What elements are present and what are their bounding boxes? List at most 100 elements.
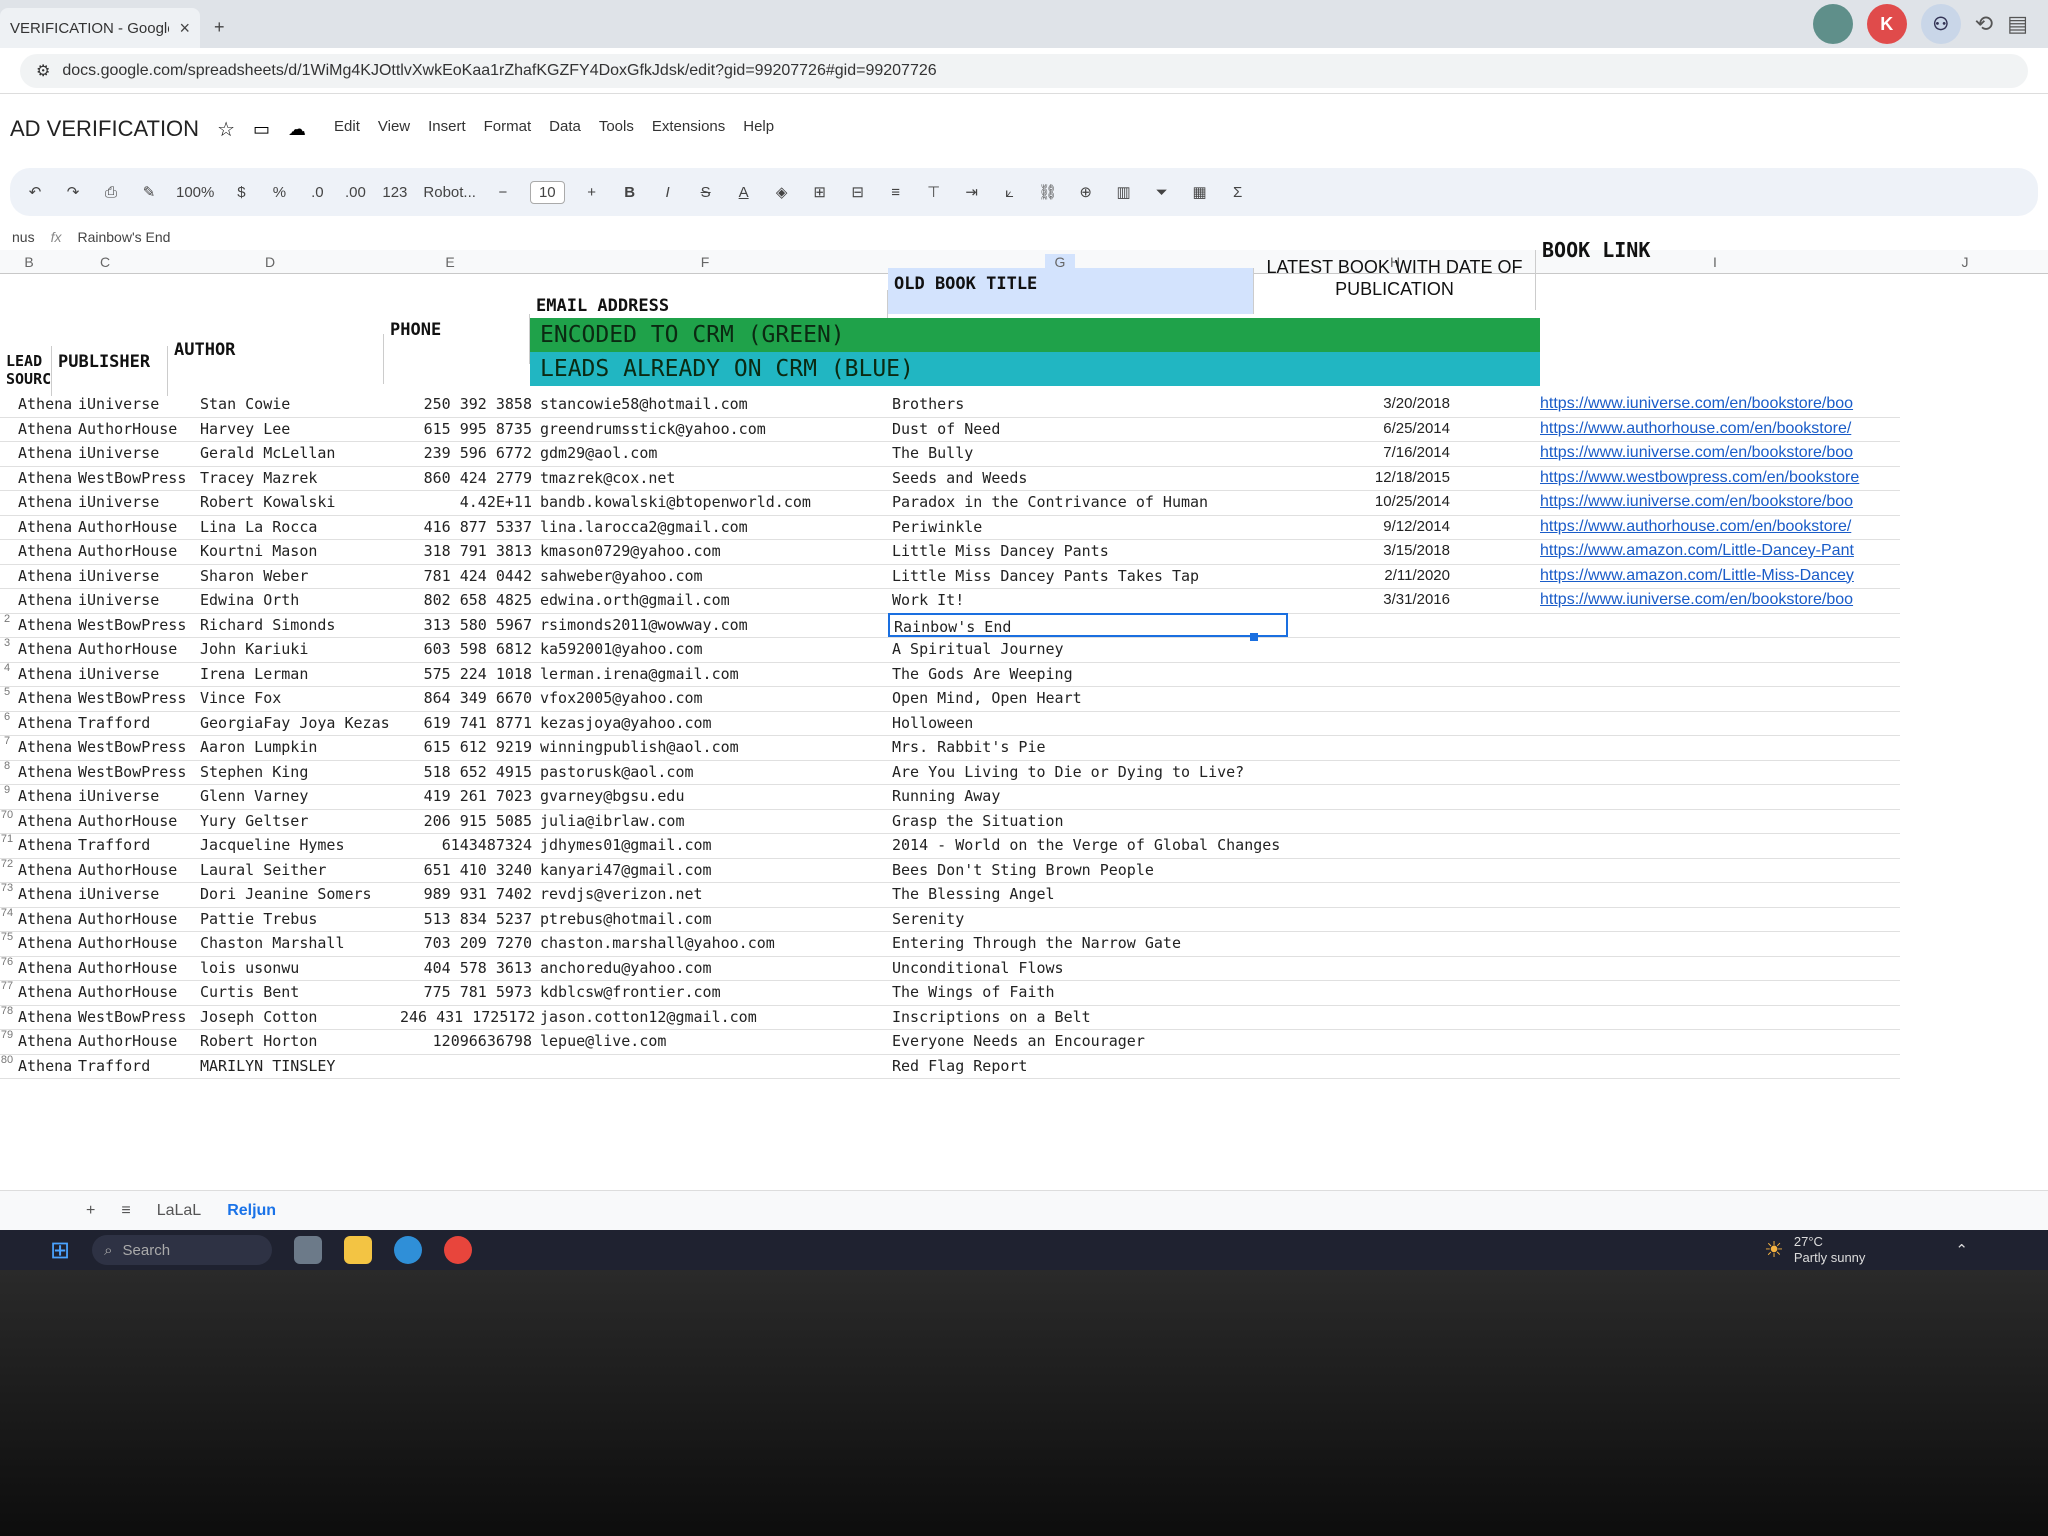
cell-email[interactable]: lepue@live.com	[536, 1029, 888, 1053]
edge-icon[interactable]	[394, 1236, 423, 1264]
cell-src[interactable]: Athena	[14, 711, 74, 735]
header-latest-book[interactable]: LATEST BOOK WITH DATE OF PUBLICATION	[1254, 250, 1536, 310]
print-icon[interactable]: ⎙	[100, 184, 122, 201]
cell-author[interactable]: Jacqueline Hymes	[196, 833, 396, 857]
cell-link[interactable]: https://www.westbowpress.com/en/bookstor…	[1536, 466, 1896, 490]
cell-pub[interactable]: WestBowPress	[74, 735, 196, 759]
cell-src[interactable]: Athena	[14, 931, 74, 955]
header-author[interactable]: AUTHOR	[168, 334, 384, 384]
cell-link[interactable]	[1536, 833, 1896, 857]
cell-pub[interactable]: WestBowPress	[74, 466, 196, 490]
cell-email[interactable]: pastorusk@aol.com	[536, 760, 888, 784]
avatar-icon[interactable]	[1812, 4, 1853, 44]
star-icon[interactable]: ☆	[217, 117, 235, 142]
cell-pub[interactable]: iUniverse	[74, 784, 196, 808]
cell-phone[interactable]: 4.42E+11	[396, 490, 536, 514]
header-old-book-title[interactable]: OLD BOOK TITLE	[888, 268, 1254, 314]
cell-link[interactable]: https://www.iuniverse.com/en/bookstore/b…	[1536, 441, 1896, 465]
minus-icon[interactable]: −	[492, 184, 514, 201]
cell-link[interactable]	[1536, 809, 1896, 833]
comment-icon[interactable]: ▤	[2007, 11, 2028, 37]
cell-title[interactable]: Brothers	[888, 392, 1288, 416]
cell-src[interactable]: Athena	[14, 760, 74, 784]
cell-link[interactable]	[1536, 1054, 1896, 1078]
windows-start-icon[interactable]: ⊞	[50, 1236, 70, 1265]
cell-row[interactable]: 73	[0, 882, 14, 894]
cell-phone[interactable]: 603 598 6812	[396, 637, 536, 661]
cell-pub[interactable]: AuthorHouse	[74, 956, 196, 980]
weather-widget[interactable]: ☀ 27°C Partly sunny ⌃	[1764, 1234, 2048, 1266]
menu-view[interactable]: View	[378, 118, 410, 135]
cell-date[interactable]	[1254, 907, 1454, 931]
cell-pub[interactable]: iUniverse	[74, 490, 196, 514]
italic-button[interactable]: I	[657, 184, 679, 201]
cell-phone[interactable]: 860 424 2779	[396, 466, 536, 490]
cell-link[interactable]	[1536, 980, 1896, 1004]
cell-email[interactable]: anchoredu@yahoo.com	[536, 956, 888, 980]
cell-link[interactable]	[1536, 760, 1896, 784]
cell-author[interactable]: Robert Kowalski	[196, 490, 396, 514]
cell-email[interactable]: julia@ibrlaw.com	[536, 809, 888, 833]
cell-email[interactable]: rsimonds2011@wowway.com	[536, 613, 888, 637]
cell-pub[interactable]: Trafford	[74, 711, 196, 735]
cell-link[interactable]	[1536, 1005, 1896, 1029]
cell-date[interactable]	[1254, 980, 1454, 1004]
cell-email[interactable]: vfox2005@yahoo.com	[536, 686, 888, 710]
cell-phone[interactable]	[396, 1054, 536, 1078]
cell-src[interactable]: Athena	[14, 907, 74, 931]
cell-title[interactable]: A Spiritual Journey	[888, 637, 1288, 661]
cell-src[interactable]: Athena	[14, 662, 74, 686]
cell-row[interactable]: 6	[0, 711, 14, 723]
cell-link[interactable]	[1536, 662, 1896, 686]
cell-title[interactable]: Serenity	[888, 907, 1288, 931]
cell-title[interactable]: Are You Living to Die or Dying to Live?	[888, 760, 1288, 784]
cell-pub[interactable]: iUniverse	[74, 564, 196, 588]
url-field[interactable]: ⚙ docs.google.com/spreadsheets/d/1WiMg4K…	[20, 53, 2028, 88]
cell-email[interactable]: lina.larocca2@gmail.com	[536, 515, 888, 539]
cell-row[interactable]: 78	[0, 1005, 14, 1017]
new-tab-icon[interactable]: +	[214, 17, 225, 38]
cell-date[interactable]	[1254, 784, 1454, 808]
cell-phone[interactable]: 781 424 0442	[396, 564, 536, 588]
file-explorer-icon[interactable]	[344, 1236, 373, 1264]
menu-insert[interactable]: Insert	[428, 118, 466, 135]
cell-title[interactable]: Seeds and Weeds	[888, 466, 1288, 490]
currency-button[interactable]: $	[230, 184, 252, 201]
cell-title-selected[interactable]: Rainbow's End	[888, 612, 1288, 637]
cell-src[interactable]: Athena	[14, 980, 74, 1004]
cell-src[interactable]: Athena	[14, 588, 74, 612]
cell-email[interactable]	[536, 1054, 888, 1078]
menu-tools[interactable]: Tools	[599, 118, 634, 135]
cell-date[interactable]	[1254, 686, 1454, 710]
cell-author[interactable]: Gerald McLellan	[196, 441, 396, 465]
cell-pub[interactable]: AuthorHouse	[74, 417, 196, 441]
sheet-tab-lalal[interactable]: LaLaL	[157, 1202, 202, 1220]
cell-email[interactable]: bandb.kowalski@btopenworld.com	[536, 490, 888, 514]
cell-phone[interactable]: 775 781 5973	[396, 980, 536, 1004]
cell-link[interactable]: https://www.iuniverse.com/en/bookstore/b…	[1536, 392, 1896, 416]
undo-icon[interactable]: ↶	[24, 183, 46, 201]
cell-author[interactable]: lois usonwu	[196, 956, 396, 980]
cell-link[interactable]: https://www.amazon.com/Little-Dancey-Pan…	[1536, 539, 1896, 563]
cell-title[interactable]: Dust of Need	[888, 417, 1288, 441]
cell-phone[interactable]: 206 915 5085	[396, 809, 536, 833]
redo-icon[interactable]: ↷	[62, 183, 84, 201]
cell-email[interactable]: gvarney@bgsu.edu	[536, 784, 888, 808]
cell-row[interactable]: 4	[0, 662, 14, 674]
cell-email[interactable]: ka592001@yahoo.com	[536, 637, 888, 661]
col-letter-f[interactable]: F	[690, 254, 720, 270]
cell-author[interactable]: MARILYN TINSLEY	[196, 1054, 396, 1078]
chevron-up-icon[interactable]: ⌃	[1955, 1241, 1968, 1259]
cell-src[interactable]: Athena	[14, 686, 74, 710]
cell-row[interactable]: 72	[0, 858, 14, 870]
cell-date[interactable]	[1254, 956, 1454, 980]
cell-link[interactable]	[1536, 784, 1896, 808]
cell-row[interactable]: 76	[0, 956, 14, 968]
cell-title[interactable]: Holloween	[888, 711, 1288, 735]
decrease-decimal-button[interactable]: .0	[306, 184, 328, 201]
cell-pub[interactable]: iUniverse	[74, 441, 196, 465]
move-icon[interactable]: ▭	[253, 119, 270, 140]
col-letter-b[interactable]: B	[14, 254, 44, 270]
profile-avatar[interactable]: K	[1866, 4, 1907, 44]
menu-edit[interactable]: Edit	[334, 118, 360, 135]
